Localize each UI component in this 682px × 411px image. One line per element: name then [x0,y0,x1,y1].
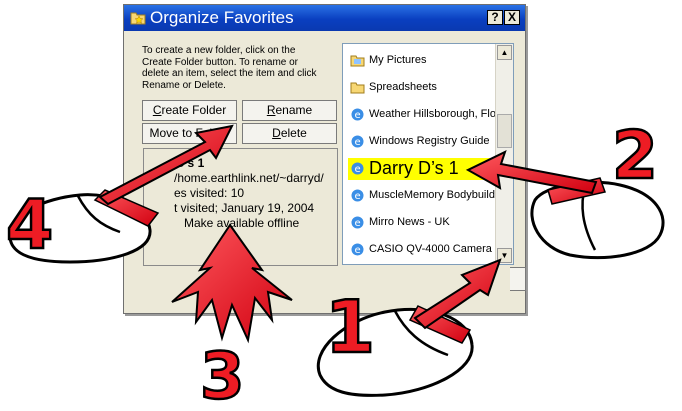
step-number-2: 2 [611,116,659,196]
arrow-3-icon [171,223,293,344]
svg-text:4: 4 [6,186,53,265]
step-number-1: 1 [324,284,377,371]
arrow-1-icon [413,258,502,330]
step-number-4: 4 [5,185,55,267]
arrow-4-icon [98,124,234,206]
svg-text:2: 2 [612,117,658,194]
arrow-2-icon [465,150,598,195]
svg-text:1: 1 [325,285,375,369]
step-number-3: 3 [199,339,246,411]
svg-text:3: 3 [200,340,245,411]
annotation-overlay: 4 2 1 3 [5,116,665,411]
